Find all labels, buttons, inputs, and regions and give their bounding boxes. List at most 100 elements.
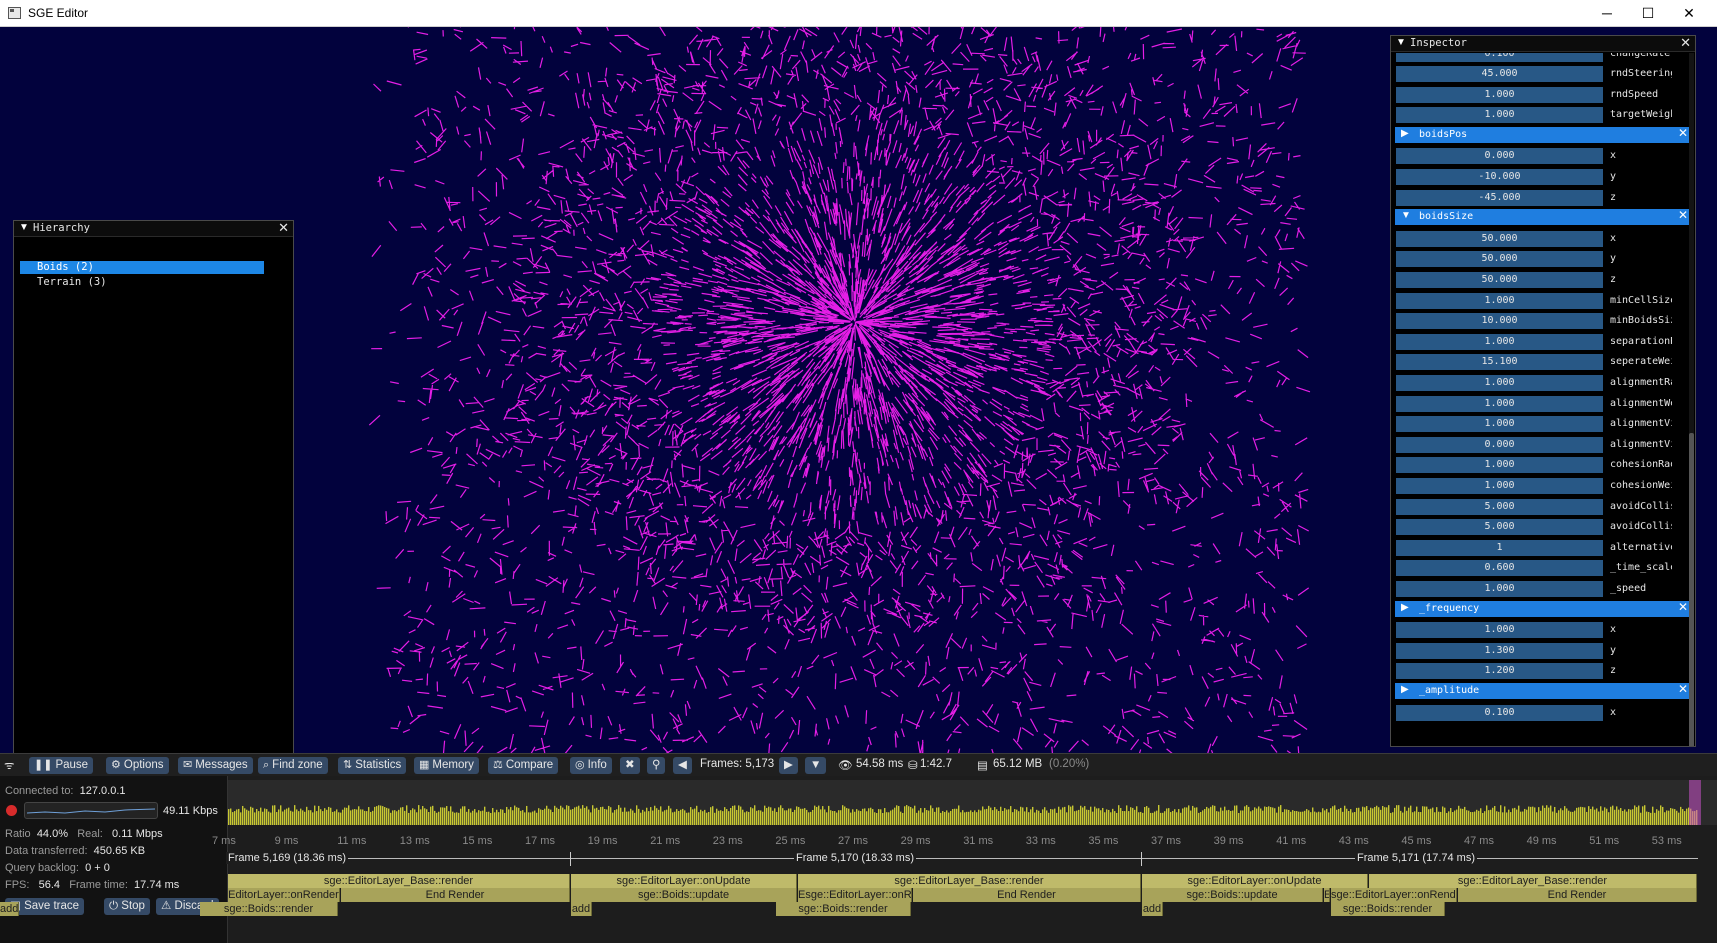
close-button[interactable]: ✕ xyxy=(1669,0,1709,27)
zone-on-render-full[interactable]: sge::EditorLayer::onRender xyxy=(1331,888,1457,902)
field-value[interactable]: 1.000 xyxy=(1396,395,1603,412)
field-value[interactable]: 0.000 xyxy=(1396,148,1603,165)
inspector-section-header[interactable]: ▶ _amplitude ✕ xyxy=(1395,682,1691,699)
close-icon[interactable]: ✕ xyxy=(1678,682,1688,696)
zone-end-render[interactable]: End Render xyxy=(1458,888,1697,902)
caret-down-icon[interactable]: ▼ xyxy=(1401,210,1411,221)
field-value[interactable]: 1.300 xyxy=(1396,642,1603,659)
zone-boids-render[interactable]: sge::Boids::render xyxy=(1331,902,1445,916)
wifi-icon[interactable]: ᯤ xyxy=(4,758,15,773)
minimize-button[interactable]: ─ xyxy=(1587,0,1627,27)
compare-button[interactable]: ⚖ Compare xyxy=(488,757,559,774)
zoom-button[interactable]: ⚲ xyxy=(647,757,666,774)
zone-add[interactable]: add xyxy=(1142,902,1163,916)
collapse-triangle-icon[interactable]: ▼ xyxy=(1396,37,1406,48)
inspector-section-header[interactable]: ▼ boidsSize ✕ xyxy=(1395,208,1691,226)
options-button[interactable]: ⚙ Options xyxy=(106,757,169,774)
close-icon[interactable]: ✕ xyxy=(1678,126,1688,140)
frame-graph[interactable] xyxy=(228,780,1717,825)
info-button[interactable]: ◎ Info xyxy=(570,757,612,774)
field-value[interactable]: 5.000 xyxy=(1396,519,1603,536)
field-value[interactable]: 1.000 xyxy=(1396,457,1603,474)
tools-button[interactable]: ✖ xyxy=(620,757,640,774)
field-value[interactable]: 0.100 xyxy=(1396,53,1603,62)
field-value[interactable]: 1 xyxy=(1396,539,1603,556)
frame-label[interactable]: Frame 5,170 (18.33 ms) xyxy=(794,852,916,864)
field-value[interactable]: 50.000 xyxy=(1396,251,1603,268)
next-frame-button[interactable]: ▶ xyxy=(779,757,798,774)
zone-boids-update[interactable]: sge::Boids::update xyxy=(571,888,797,902)
frame-dropdown-button[interactable]: ▼ xyxy=(805,757,827,774)
zone-on-render[interactable]: EditorLayer::onRender xyxy=(228,888,340,902)
zone-add[interactable]: add xyxy=(0,902,19,916)
frame-bar xyxy=(1322,808,1324,825)
hierarchy-panel-header[interactable]: ▼ Hierarchy ✕ xyxy=(14,220,293,237)
tree-item-boids[interactable]: Boids (2) xyxy=(20,261,264,274)
field-value[interactable]: 0.600 xyxy=(1396,560,1603,577)
field-value[interactable]: 1.000 xyxy=(1396,86,1603,103)
zone-on-update[interactable]: sge::EditorLayer::onUpdate xyxy=(1142,874,1368,888)
inspector-panel-header[interactable]: ▼ Inspector ✕ xyxy=(1391,36,1695,52)
maximize-button[interactable]: ☐ xyxy=(1628,0,1668,27)
close-icon[interactable]: ✕ xyxy=(1678,208,1688,222)
field-value[interactable]: 50.000 xyxy=(1396,230,1603,247)
pause-button[interactable]: ❚❚ Pause xyxy=(29,757,94,774)
field-value[interactable]: 1.000 xyxy=(1396,416,1603,433)
caret-right-icon[interactable]: ▶ xyxy=(1401,602,1409,613)
inspector-section-header[interactable]: ▶ boidsPos ✕ xyxy=(1395,126,1691,143)
zone-boids-update[interactable]: sge::Boids::update xyxy=(1142,888,1323,902)
zone-end-render[interactable]: End Render xyxy=(913,888,1141,902)
field-value[interactable]: 1.000 xyxy=(1396,333,1603,350)
frame-bar xyxy=(774,808,776,825)
frame-bar xyxy=(384,807,386,825)
field-value[interactable]: 1.000 xyxy=(1396,107,1603,124)
memory-button[interactable]: ▦ Memory xyxy=(414,757,479,774)
field-value[interactable]: 10.000 xyxy=(1396,313,1603,330)
caret-right-icon[interactable]: ▶ xyxy=(1401,128,1409,139)
field-value[interactable]: 0.100 xyxy=(1396,704,1603,721)
field-value[interactable]: 1.200 xyxy=(1396,663,1603,680)
stop-button[interactable]: ⏻ Stop xyxy=(104,898,150,915)
zone-add[interactable]: add xyxy=(571,902,592,916)
zone-end-render[interactable]: End Render xyxy=(341,888,570,902)
field-value[interactable]: 50.000 xyxy=(1396,272,1603,288)
field-value[interactable]: -45.000 xyxy=(1396,189,1603,206)
caret-right-icon[interactable]: ▶ xyxy=(1401,684,1409,695)
field-value[interactable]: 1.000 xyxy=(1396,292,1603,309)
zone-e[interactable]: E xyxy=(1324,888,1330,902)
zone-on-update[interactable]: sge::EditorLayer::onUpdate xyxy=(571,874,797,888)
field-value[interactable]: 45.000 xyxy=(1396,66,1603,82)
inspector-section-header[interactable]: ▶ _frequency ✕ xyxy=(1395,600,1691,617)
zone-boids-render[interactable]: sge::Boids::render xyxy=(776,902,911,916)
field-value[interactable]: 1.000 xyxy=(1396,622,1603,639)
close-icon[interactable]: ✕ xyxy=(1680,36,1691,51)
zone-base-render[interactable]: sge::EditorLayer_Base::render xyxy=(798,874,1141,888)
zone-boids-render[interactable]: sge::Boids::render xyxy=(200,902,338,916)
inspector-scrollbar[interactable] xyxy=(1689,53,1694,746)
field-value[interactable]: 1.000 xyxy=(1396,375,1603,391)
profiler-timeline[interactable]: 7 ms 9 ms 11 ms 13 ms 15 ms 17 ms 19 ms 21 ms 23… xyxy=(0,776,1717,943)
zone-base-render[interactable]: sge::EditorLayer_Base::render xyxy=(228,874,570,888)
frame-label[interactable]: Frame 5,171 (17.74 ms) xyxy=(1355,852,1477,864)
find-zone-button[interactable]: ⌕ Find zone xyxy=(258,757,328,774)
field-value[interactable]: 1.000 xyxy=(1396,581,1603,597)
frame-bar xyxy=(304,811,306,825)
field-value[interactable]: -10.000 xyxy=(1396,169,1603,185)
zone-base-render[interactable]: sge::EditorLayer_Base::render xyxy=(1369,874,1697,888)
prev-frame-button[interactable]: ◀ xyxy=(673,757,692,774)
field-value[interactable]: 0.000 xyxy=(1396,436,1603,453)
close-icon[interactable]: ✕ xyxy=(1678,600,1688,614)
statistics-button[interactable]: ⇅ Statistics xyxy=(338,757,407,774)
field-value[interactable]: 5.000 xyxy=(1396,498,1603,515)
field-value[interactable]: 15.100 xyxy=(1396,354,1603,371)
tree-item-terrain[interactable]: Terrain (3) xyxy=(20,276,264,289)
close-icon[interactable]: ✕ xyxy=(278,220,289,236)
field-value[interactable]: 1.000 xyxy=(1396,478,1603,494)
frame-label[interactable]: Frame 5,169 (18.36 ms) xyxy=(226,852,348,864)
collapse-triangle-icon[interactable]: ▼ xyxy=(19,222,29,233)
frame-bar xyxy=(990,807,992,825)
messages-button[interactable]: ✉ Messages xyxy=(178,757,253,774)
zone-on-render-e[interactable]: Esge::EditorLayer::onRender xyxy=(798,888,912,902)
frame-bar xyxy=(1424,806,1426,825)
scrollbar-thumb[interactable] xyxy=(1689,433,1694,746)
